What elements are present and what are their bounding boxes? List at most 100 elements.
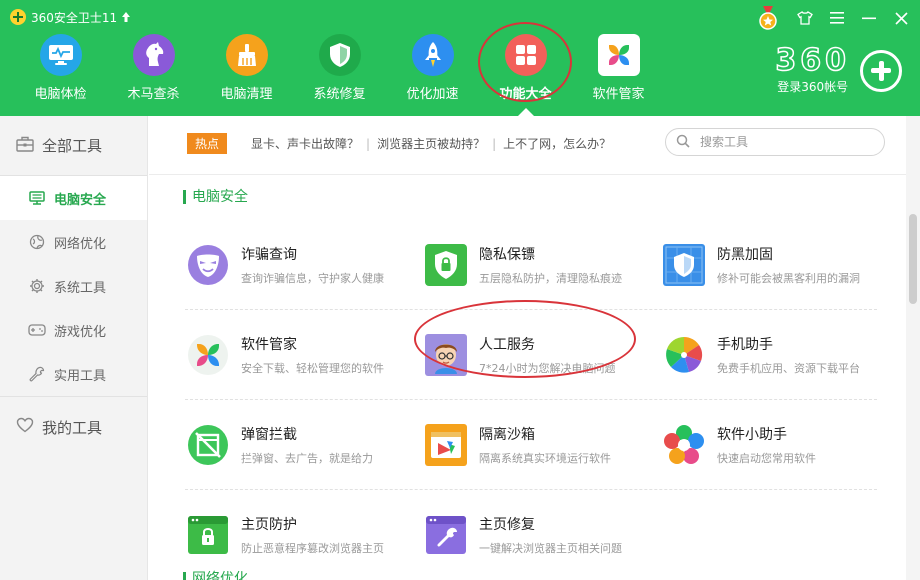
mask-icon (187, 244, 229, 286)
tools-row: 主页防护 防止恶意程序篡改浏览器主页 主页修复 一键解决浏览器主页相关问题 (185, 490, 877, 580)
nav-item-speed-up[interactable]: 优化加速 (386, 34, 479, 104)
section-title-next: 网络优化 (183, 572, 248, 580)
menu-icon[interactable] (828, 9, 846, 27)
sidebar-item-label: 网络优化 (54, 236, 107, 252)
skin-shirt-icon[interactable] (796, 9, 814, 27)
close-icon[interactable] (892, 9, 910, 27)
sidebar-item-utilities[interactable]: 实用工具 (0, 352, 147, 396)
sidebar-item-label: 实用工具 (54, 368, 107, 384)
tool-sandbox[interactable]: 隔离沙箱 隔离系统真实环境运行软件 (423, 400, 661, 489)
top-bar: 360安全卫士11 电脑体检 木马查杀 电脑清理 系统修复 优化加速 功能大全 … (0, 0, 920, 116)
brand-area: 360 登录360帐号 (775, 45, 902, 95)
nav-label: 优化加速 (406, 87, 459, 102)
tool-text: 隐私保镖 五层隐私防护，清理隐私痕迹 (479, 244, 622, 286)
brand-text: 360 登录360帐号 (775, 45, 850, 95)
hot-topics-bar: 热点 显卡、声卡出故障？ | 浏览器主页被劫持？ | 上不了网，怎么办？ (187, 133, 611, 154)
tool-human-service[interactable]: 人工服务 7*24小时为您解决电脑问题 (423, 310, 661, 399)
tool-popup-block[interactable]: 弹窗拦截 拦弹窗、去广告，就是给力 (185, 400, 423, 489)
sidebar-item-network[interactable]: 网络优化 (0, 220, 147, 264)
sidebar-item-pc-security[interactable]: 电脑安全 (0, 176, 147, 220)
broom-icon (225, 34, 268, 76)
nav-label: 电脑体检 (34, 87, 87, 102)
tool-name: 软件管家 (241, 336, 297, 353)
tool-fraud-query[interactable]: 诈骗查询 查询诈骗信息，守护家人健康 (185, 220, 423, 309)
sidebar-all-tools-label: 全部工具 (42, 137, 103, 155)
tool-text: 弹窗拦截 拦弹窗、去广告，就是给力 (241, 424, 373, 466)
hot-badge: 热点 (187, 133, 228, 154)
tool-desc: 快速启动您常用软件 (717, 451, 816, 465)
shield-check-icon (318, 34, 361, 76)
tool-name: 弹窗拦截 (241, 426, 297, 443)
hot-link[interactable]: 上不了网，怎么办？ (503, 135, 611, 152)
sidebar-my-tools[interactable]: 我的工具 (0, 397, 147, 457)
gear-icon (28, 277, 46, 295)
tool-desc: 拦弹窗、去广告，就是给力 (241, 451, 373, 465)
medal-icon[interactable] (758, 6, 778, 30)
separator: | (366, 136, 371, 151)
sidebar-my-tools-label: 我的工具 (42, 418, 103, 437)
tool-software-helper[interactable]: 软件小助手 快速启动您常用软件 (661, 400, 877, 489)
tool-homepage-protect[interactable]: 主页防护 防止恶意程序篡改浏览器主页 (185, 490, 423, 580)
tool-desc: 安全下载、轻松管理您的软件 (241, 361, 384, 375)
software-manager-icon (187, 334, 229, 376)
gamepad-icon (28, 321, 46, 339)
window-title: 360安全卫士11 (31, 10, 118, 25)
hot-link[interactable]: 浏览器主页被劫持？ (377, 135, 485, 152)
tool-desc: 一键解决浏览器主页相关问题 (479, 542, 622, 555)
sidebar: 全部工具 电脑安全 网络优化 系统工具 游戏优化 实用工具 我的工具 (0, 116, 148, 580)
tool-desc: 修补可能会被黑客利用的漏洞 (717, 271, 860, 285)
search-box[interactable] (665, 128, 885, 156)
homepage-lock-icon (187, 514, 229, 556)
tool-phone-assistant[interactable]: 手机助手 免费手机应用、资源下载平台 (661, 310, 877, 399)
tool-desc: 隔离系统真实环境运行软件 (479, 451, 611, 465)
tool-text: 防黑加固 修补可能会被黑客利用的漏洞 (717, 244, 860, 286)
nav-item-software-manager[interactable]: 软件管家 (572, 34, 665, 104)
sidebar-item-game-optimize[interactable]: 游戏优化 (0, 308, 147, 352)
nav-item-pc-checkup[interactable]: 电脑体检 (14, 34, 107, 104)
tool-desc: 查询诈骗信息，守护家人健康 (241, 271, 384, 285)
sidebar-item-system-tools[interactable]: 系统工具 (0, 264, 147, 308)
upgrade-arrow-icon[interactable] (121, 11, 131, 23)
human-service-icon (425, 333, 467, 376)
tool-privacy-guard[interactable]: 隐私保镖 五层隐私防护，清理隐私痕迹 (423, 220, 661, 309)
window-controls (758, 6, 910, 30)
nav-label: 木马查杀 (127, 87, 180, 102)
sidebar-item-label: 系统工具 (54, 280, 107, 296)
tool-name: 手机助手 (717, 336, 773, 353)
software-helper-icon (663, 424, 705, 466)
sidebar-category-list: 电脑安全 网络优化 系统工具 游戏优化 实用工具 (0, 176, 147, 397)
toolbox-icon (16, 136, 34, 156)
minimize-icon[interactable] (860, 9, 878, 27)
phone-assistant-icon (663, 334, 705, 376)
nav-label: 软件管家 (592, 87, 645, 102)
privacy-shield-icon (425, 243, 467, 286)
sidebar-all-tools[interactable]: 全部工具 (0, 116, 147, 176)
tool-homepage-repair[interactable]: 主页修复 一键解决浏览器主页相关问题 (423, 490, 661, 580)
tool-desc: 7*24小时为您解决电脑问题 (479, 361, 616, 375)
tool-name: 主页防护 (241, 517, 297, 533)
scroll-thumb[interactable] (909, 214, 917, 304)
tool-software-manager[interactable]: 软件管家 安全下载、轻松管理您的软件 (185, 310, 423, 399)
hot-link[interactable]: 显卡、声卡出故障？ (251, 135, 359, 152)
nav-item-trojan-scan[interactable]: 木马查杀 (107, 34, 200, 104)
tool-name: 诈骗查询 (241, 246, 297, 263)
tool-name: 隔离沙箱 (479, 426, 535, 443)
tools-row: 软件管家 安全下载、轻松管理您的软件 人工服务 7*24小时为您解决电脑问题 手… (185, 310, 877, 400)
heart-icon (16, 417, 34, 437)
search-input[interactable] (700, 135, 870, 149)
nav-item-system-repair[interactable]: 系统修复 (293, 34, 386, 104)
search-icon (676, 133, 690, 152)
scrollbar[interactable] (906, 116, 920, 580)
nav-item-pc-cleanup[interactable]: 电脑清理 (200, 34, 293, 104)
title-row: 360安全卫士11 (10, 7, 131, 27)
plus-button-icon[interactable] (860, 49, 902, 92)
wrench-icon (28, 365, 46, 383)
tool-text: 软件管家 安全下载、轻松管理您的软件 (241, 334, 384, 376)
sidebar-item-label: 游戏优化 (54, 324, 107, 340)
nav-label: 电脑清理 (220, 87, 273, 102)
tools-row: 诈骗查询 查询诈骗信息，守护家人健康 隐私保镖 五层隐私防护，清理隐私痕迹 防黑… (185, 220, 877, 310)
login-link[interactable]: 登录360帐号 (777, 78, 848, 95)
main-content: 热点 显卡、声卡出故障？ | 浏览器主页被劫持？ | 上不了网，怎么办？ 电脑安… (149, 116, 906, 580)
tool-anti-hack[interactable]: 防黑加固 修补可能会被黑客利用的漏洞 (661, 220, 877, 309)
tool-name: 人工服务 (479, 336, 535, 353)
